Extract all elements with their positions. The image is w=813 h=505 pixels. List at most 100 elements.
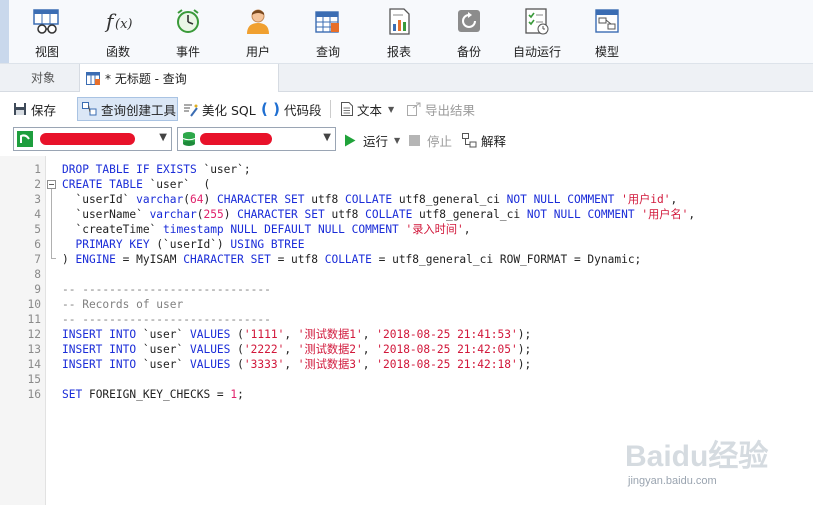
code-line: 5 `createTime` timestamp NULL DEFAULT NU…	[0, 222, 813, 237]
ribbon-report-button[interactable]: 报表	[382, 6, 416, 61]
automation-icon	[521, 6, 553, 36]
ribbon-backup-button[interactable]: 备份	[452, 6, 486, 61]
line-number: 6	[34, 238, 41, 251]
save-icon	[13, 102, 27, 116]
code-line: 7) ENGINE = MyISAM CHARACTER SET = utf8 …	[0, 252, 813, 267]
ribbon-model-button[interactable]: 模型	[590, 6, 624, 61]
line-number: 8	[34, 268, 41, 281]
explain-button[interactable]: 解释	[462, 128, 506, 152]
code-line: 8	[0, 267, 813, 282]
report-icon	[383, 6, 415, 36]
code-line: 1 DROP TABLE IF EXISTS `user`;	[0, 162, 813, 177]
run-button[interactable]: 运行 ▼	[344, 128, 400, 152]
fold-collapse-icon[interactable]	[47, 180, 56, 189]
code-line: 3 `userId` varchar(64) CHARACTER SET utf…	[0, 192, 813, 207]
ribbon-view-button[interactable]: 视图	[30, 6, 64, 61]
code-line: 14 INSERT INTO `user` VALUES ('3333', '测试…	[0, 357, 813, 372]
svg-text:(x): (x)	[115, 17, 132, 32]
query-builder-icon	[82, 102, 97, 116]
text-mode-button[interactable]: 文本 ▼	[341, 97, 394, 121]
export-icon	[407, 102, 421, 116]
ribbon-automation-label: 自动运行	[512, 45, 561, 59]
redaction-mark	[40, 133, 135, 145]
line-number: 2	[34, 178, 41, 191]
ribbon-backup-label: 备份	[456, 45, 481, 59]
tab-untitled-query[interactable]: * 无标题 - 查询	[79, 64, 279, 92]
tab-query-label: * 无标题 - 查询	[105, 71, 187, 86]
chevron-down-icon: ▼	[323, 132, 331, 143]
watermark-brand: Baidu经验	[625, 439, 768, 473]
run-label: 运行	[363, 133, 389, 149]
code-line: 15	[0, 372, 813, 387]
toolbar-separator	[330, 100, 331, 118]
stop-icon	[409, 134, 420, 146]
export-results-label: 导出结果	[425, 102, 476, 118]
code-line: 16 SET FOREIGN_KEY_CHECKS = 1;	[0, 387, 813, 402]
ribbon-edge	[0, 0, 9, 63]
save-button[interactable]: 保存	[13, 97, 56, 121]
tab-bar: 对象 * 无标题 - 查询	[0, 64, 813, 92]
code-snippet-label: 代码段	[283, 102, 322, 118]
line-number: 16	[27, 388, 41, 401]
line-number: 11	[27, 313, 41, 326]
view-icon	[31, 6, 63, 36]
chevron-down-icon: ▼	[388, 104, 395, 114]
ribbon-view-label: 视图	[34, 45, 59, 59]
ribbon-user-button[interactable]: 用户	[241, 6, 275, 61]
ribbon-event-button[interactable]: 事件	[171, 6, 205, 61]
ribbon-function-button[interactable]: f (x) 函数	[101, 6, 135, 61]
ribbon-query-button[interactable]: 查询	[311, 6, 345, 61]
chevron-down-icon: ▼	[394, 135, 401, 145]
text-document-icon	[341, 102, 353, 116]
export-results-button[interactable]: 导出结果	[407, 97, 475, 121]
redaction-mark	[200, 133, 272, 145]
beautify-sql-button[interactable]: 美化 SQL	[183, 97, 256, 121]
code-line: 6 PRIMARY KEY (`userId`) USING BTREE	[0, 237, 813, 252]
query-builder-label: 查询创建工具	[101, 102, 177, 118]
line-number: 15	[27, 373, 41, 386]
ribbon-automation-button[interactable]: 自动运行	[512, 6, 562, 61]
user-icon	[242, 6, 274, 36]
ribbon-model-label: 模型	[594, 45, 619, 59]
explain-label: 解释	[481, 133, 507, 149]
code-snippet-icon: ( )	[261, 100, 280, 118]
chevron-down-icon: ▼	[159, 132, 167, 143]
connection-icon	[17, 131, 33, 147]
ribbon-function-label: 函数	[105, 45, 130, 59]
line-number: 10	[27, 298, 41, 311]
line-number: 12	[27, 328, 41, 341]
code-line: 12 INSERT INTO `user` VALUES ('1111', '测试…	[0, 327, 813, 342]
code-line: 2 CREATE TABLE `user` (	[0, 177, 813, 192]
ribbon-event-label: 事件	[175, 45, 200, 59]
query-table-icon	[312, 6, 344, 36]
line-number: 13	[27, 343, 41, 356]
line-number: 14	[27, 358, 41, 371]
play-icon	[344, 134, 356, 147]
function-icon: f (x)	[102, 6, 134, 36]
ribbon-user-label: 用户	[245, 45, 270, 59]
line-number: 9	[34, 283, 41, 296]
tab-objects-label: 对象	[30, 71, 55, 85]
line-number: 3	[34, 193, 41, 206]
event-clock-icon	[172, 6, 204, 36]
ribbon-report-label: 报表	[386, 45, 411, 59]
watermark-url: jingyan.baidu.com	[628, 475, 717, 487]
line-number: 5	[34, 223, 41, 236]
main-ribbon: 视图 f (x) 函数 事件 用户 查询 报表 备份 自动运行 模型	[0, 0, 813, 64]
code-line: 9 -- ----------------------------	[0, 282, 813, 297]
tab-objects[interactable]: 对象	[8, 64, 78, 91]
code-line: 10 -- Records of user	[0, 297, 813, 312]
query-tab-icon	[86, 71, 101, 85]
code-snippet-button[interactable]: ( ) 代码段	[261, 97, 321, 121]
query-builder-button[interactable]: 查询创建工具	[77, 97, 178, 121]
line-number: 1	[34, 163, 41, 176]
stop-button[interactable]: 停止	[409, 128, 452, 152]
beautify-sql-label: 美化 SQL	[202, 102, 256, 118]
explain-icon	[462, 132, 477, 148]
beautify-sql-icon	[183, 102, 198, 117]
stop-label: 停止	[427, 133, 453, 149]
text-mode-label: 文本	[357, 102, 383, 118]
ribbon-query-label: 查询	[315, 45, 340, 59]
line-number: 7	[34, 253, 41, 266]
save-label: 保存	[31, 102, 57, 118]
